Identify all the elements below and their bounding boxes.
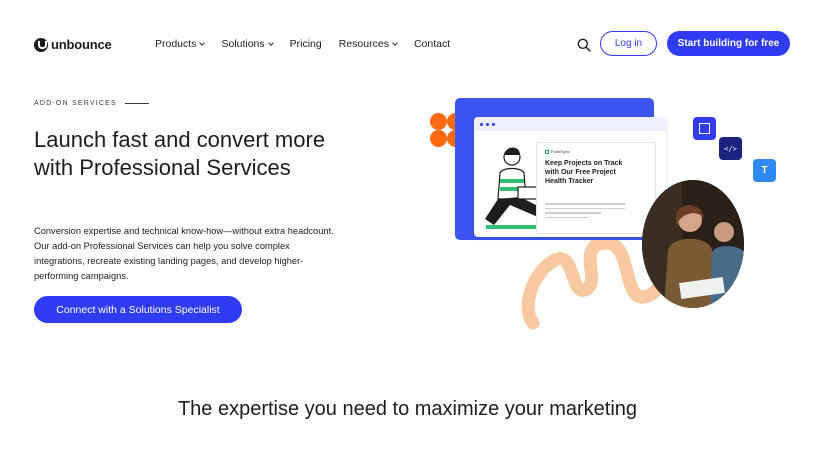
chevron-down-icon <box>199 39 206 46</box>
menu-item-label: Solutions <box>221 38 265 50</box>
doc-title: Keep Projects on Track with Our Free Pro… <box>545 160 623 185</box>
doc-body-lines <box>545 203 625 221</box>
window-bar <box>474 117 666 131</box>
team-photo <box>642 180 744 308</box>
layout-tile-icon <box>693 117 716 140</box>
chevron-down-icon <box>392 39 398 46</box>
eyebrow-label: ADD-ON SERVICES <box>34 100 117 107</box>
search-icon[interactable] <box>577 38 591 52</box>
person-with-laptop-illustration <box>485 147 540 229</box>
login-button[interactable]: Log in <box>600 31 657 56</box>
section-heading: The expertise you need to maximize your … <box>177 398 638 420</box>
preview-window: PulseSync Keep Projects on Track with Ou… <box>474 117 666 237</box>
brand-icon <box>545 149 549 154</box>
main-menu: Products Solutions Pricing Resources Con… <box>155 38 467 50</box>
eyebrow: ADD-ON SERVICES <box>34 100 149 107</box>
menu-item-resources[interactable]: Resources <box>338 38 398 50</box>
logo-text: unbounce <box>51 37 112 52</box>
start-building-button[interactable]: Start building for free <box>667 31 790 56</box>
connect-specialist-button[interactable]: Connect with a Solutions Specialist <box>34 296 242 323</box>
square-icon <box>699 123 710 134</box>
chevron-down-icon <box>267 39 274 46</box>
document-preview: PulseSync Keep Projects on Track with Ou… <box>536 142 656 234</box>
menu-item-label: Contact <box>413 38 451 50</box>
top-navigation: unbounce Products Solutions Pricing Reso… <box>0 0 815 88</box>
logo-mark-icon <box>34 37 48 52</box>
team-photo-image <box>642 180 744 308</box>
menu-item-products[interactable]: Products <box>155 38 206 50</box>
menu-item-contact[interactable]: Contact <box>414 38 450 50</box>
menu-item-solutions[interactable]: Solutions <box>221 38 274 50</box>
eyebrow-divider <box>124 103 149 104</box>
menu-item-label: Products <box>155 38 197 50</box>
menu-item-label: Resources <box>338 38 389 50</box>
menu-item-label: Pricing <box>289 38 322 50</box>
doc-brand-label: PulseSync <box>551 149 570 154</box>
text-tile-icon: T <box>753 159 776 182</box>
unbounce-logo[interactable]: unbounce <box>34 37 112 52</box>
doc-brand: PulseSync <box>545 149 570 154</box>
menu-item-pricing[interactable]: Pricing <box>290 38 322 50</box>
page-title: Launch fast and convert more with Profes… <box>34 127 326 180</box>
hero-description: Conversion expertise and technical know-… <box>34 226 334 281</box>
code-tile-icon: </> <box>719 137 742 160</box>
hero-illustration: PulseSync Keep Projects on Track with Ou… <box>420 95 815 335</box>
